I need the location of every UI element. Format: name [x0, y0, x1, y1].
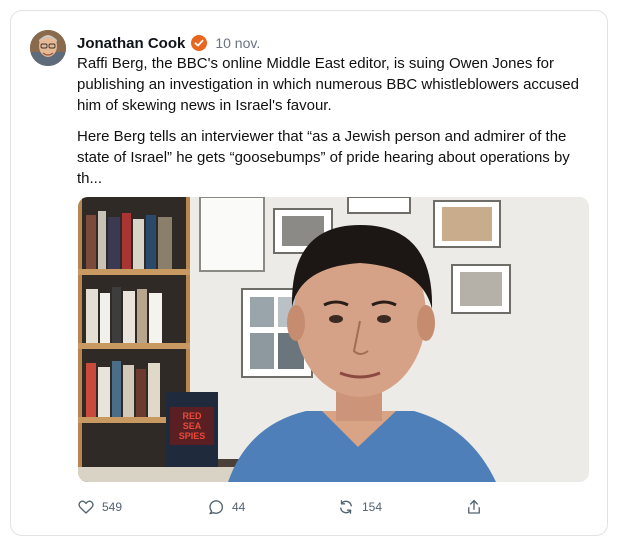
verified-badge-icon — [191, 35, 208, 51]
share-button[interactable] — [465, 497, 483, 517]
book-title-line-2: SEA — [183, 421, 202, 431]
like-count: 549 — [102, 500, 123, 514]
heart-icon — [78, 500, 94, 514]
reply-button[interactable]: 44 — [207, 497, 245, 517]
post-paragraph-1: Raffi Berg, the BBC's online Middle East… — [77, 55, 579, 114]
book-title-line-3: SPIES — [179, 431, 206, 441]
repost-icon — [340, 500, 352, 514]
book-title-line-1: RED — [182, 411, 202, 421]
like-button[interactable]: 549 — [77, 497, 122, 517]
video-thumbnail[interactable]: RED SEA SPIES — [78, 197, 589, 482]
speech-bubble-icon — [209, 500, 224, 515]
post-date[interactable]: 10 nov. — [215, 35, 260, 51]
share-icon — [468, 499, 480, 514]
post-card[interactable]: Jonathan Cook 10 nov. Raffi Berg, the BB… — [10, 10, 608, 536]
author-name[interactable]: Jonathan Cook — [77, 35, 185, 52]
post-text: Raffi Berg, the BBC's online Middle East… — [77, 53, 593, 199]
reply-count: 44 — [232, 500, 246, 514]
video-frame-image: RED SEA SPIES — [78, 197, 589, 482]
repost-count: 154 — [362, 500, 383, 514]
post-paragraph-2: Here Berg tells an interviewer that “as … — [77, 128, 570, 187]
post-header: Jonathan Cook 10 nov. — [77, 32, 260, 54]
post-actions: 549 44 154 — [77, 497, 497, 521]
repost-button[interactable]: 154 — [337, 497, 382, 517]
author-avatar[interactable] — [30, 30, 66, 66]
